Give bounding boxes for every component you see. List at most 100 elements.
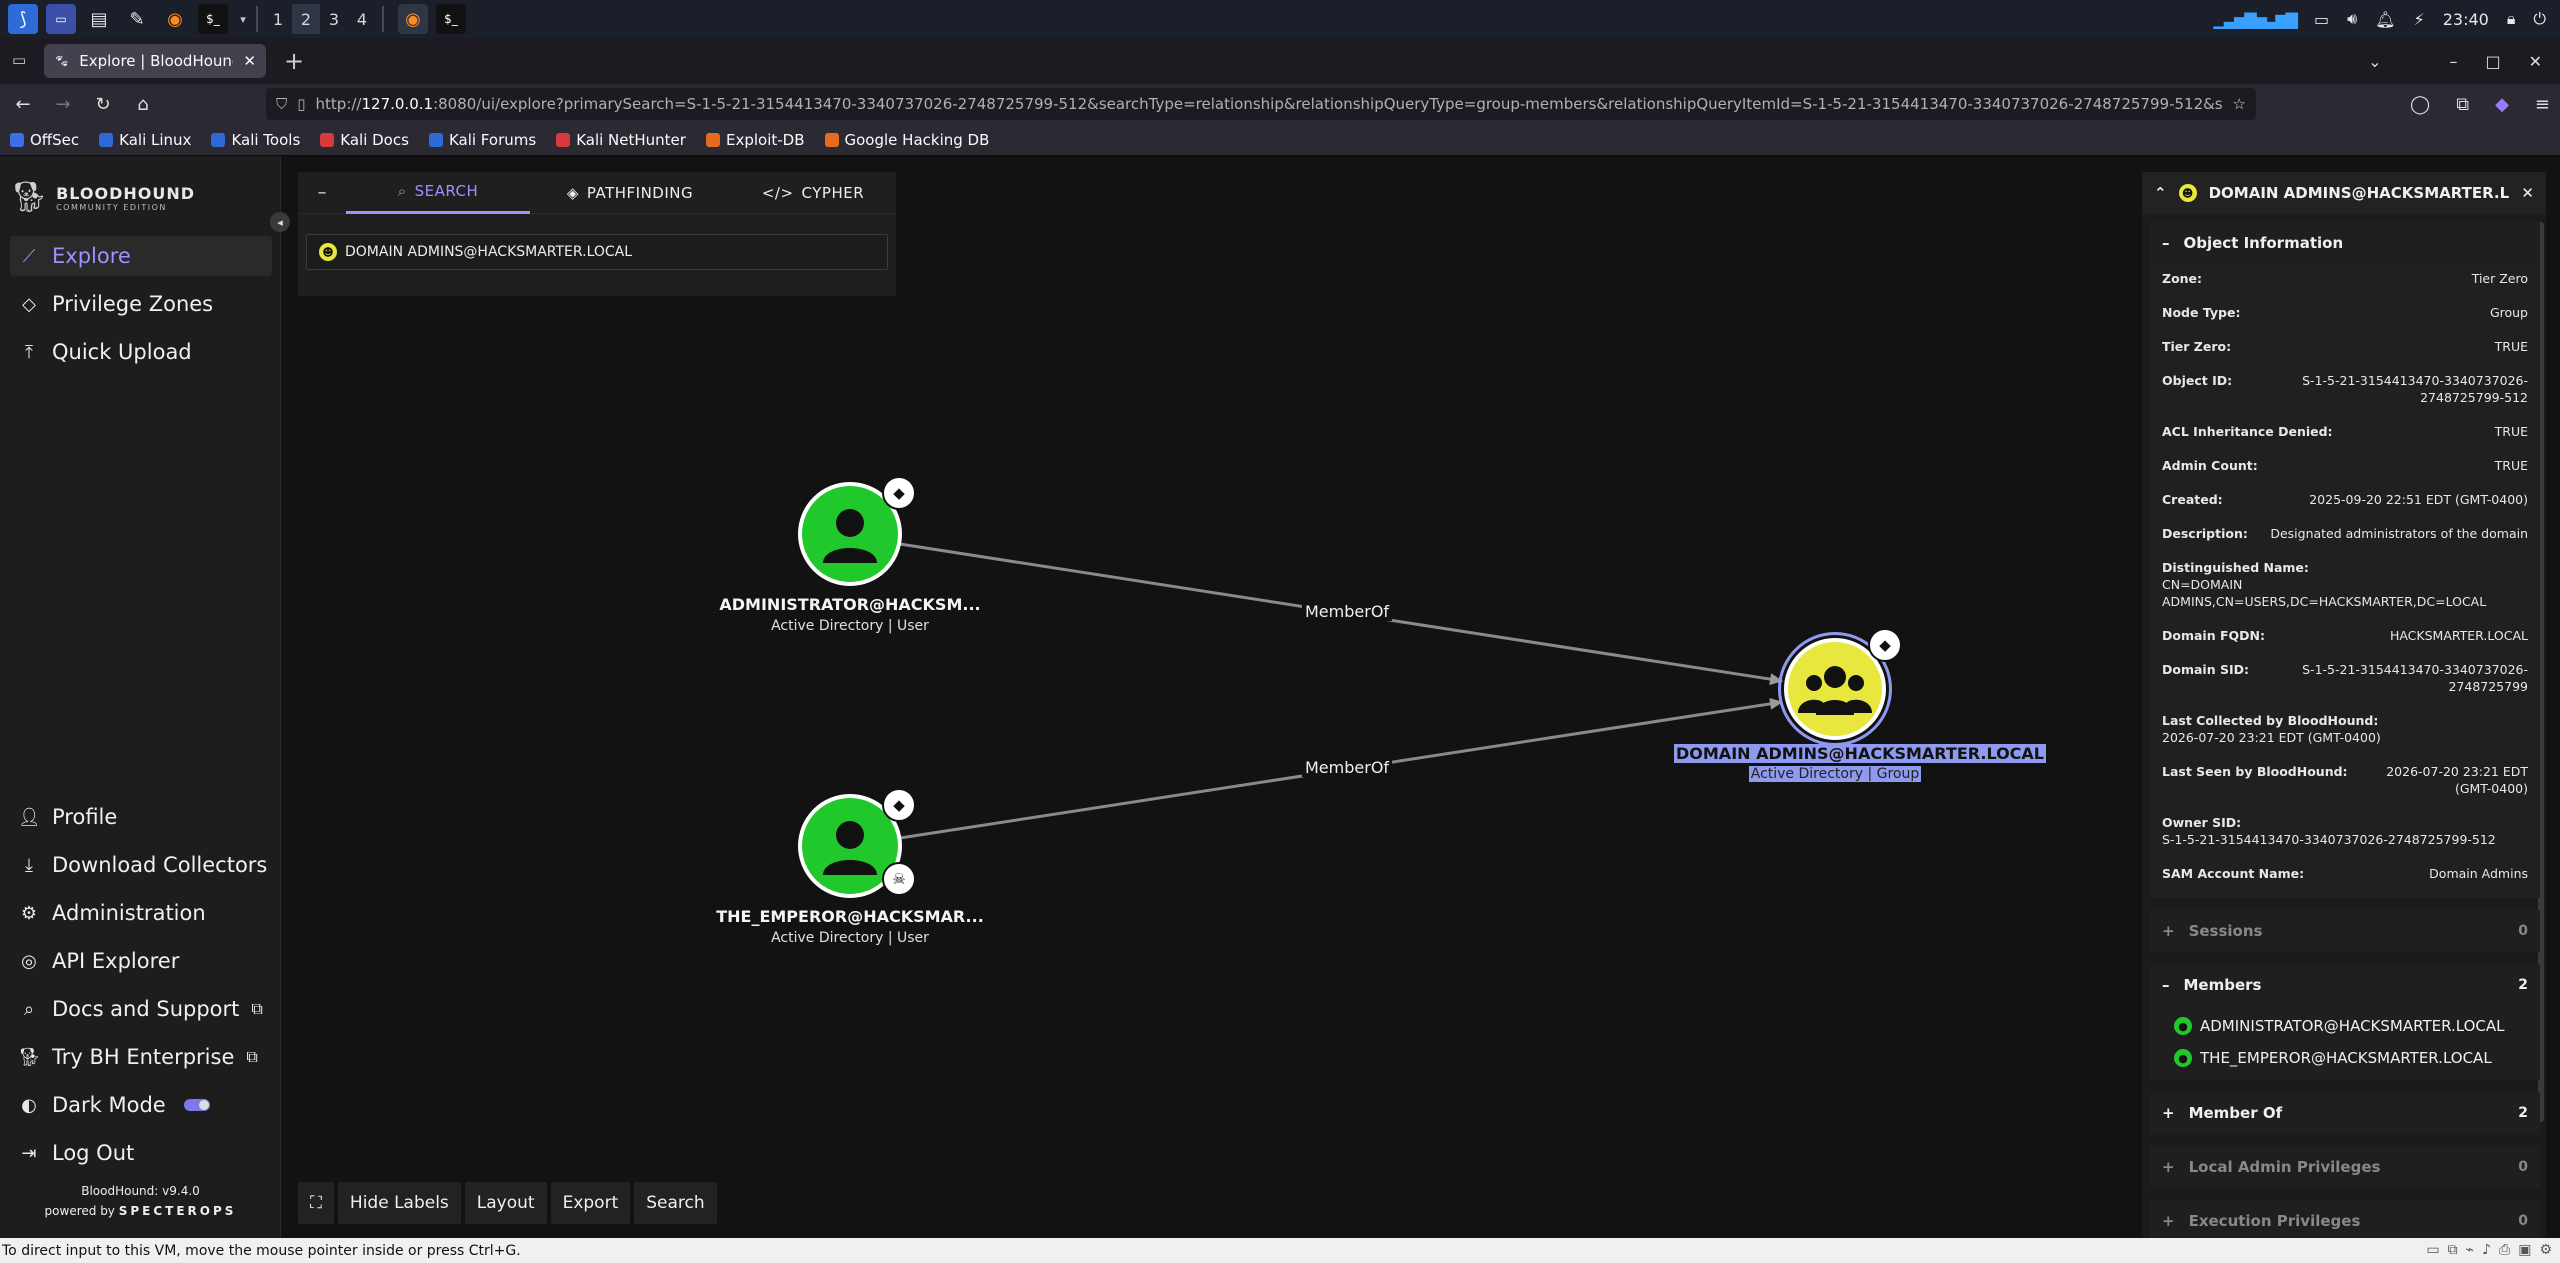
bookmark-star-icon[interactable]: ☆ [2233, 95, 2246, 113]
section-object-information[interactable]: – Object Information [2150, 222, 2540, 264]
url-bar[interactable]: ⛉ ▯ http://127.0.0.1:8080/ui/explore?pri… [266, 88, 2256, 120]
close-tab-icon[interactable]: ✕ [243, 52, 256, 70]
upload-icon: ⤒ [25, 341, 33, 363]
edge-label[interactable]: MemberOf [1302, 602, 1393, 621]
network-icon[interactable]: ⧉ [2448, 1242, 2458, 1258]
bookmark-kali-nethunter[interactable]: Kali NetHunter [556, 131, 686, 149]
sidebar-item-api-explorer[interactable]: ◎ API Explorer [10, 941, 272, 981]
extension-purple-icon[interactable]: ◆ [2495, 94, 2509, 115]
bell-icon[interactable]: 🔔︎ [2375, 10, 2395, 29]
logo-title: BLOODHOUND [56, 183, 196, 203]
section-member-of[interactable]: + Member Of 2 [2150, 1092, 2540, 1134]
sidebar-item-profile[interactable]: 👤︎ Profile [10, 797, 272, 837]
home-icon[interactable]: ⌂ [126, 87, 160, 121]
forward-icon[interactable]: → [46, 87, 80, 121]
workspace-1[interactable]: 1 [264, 4, 292, 34]
url-text[interactable]: http://127.0.0.1:8080/ui/explore?primary… [316, 95, 2223, 113]
tab-list-icon[interactable]: ▭ [12, 51, 26, 69]
sidebar-item-try-bh-enterprise[interactable]: 🐕︎ Try BH Enterprise ⧉ [10, 1037, 272, 1077]
tab-search[interactable]: ⌕ SEARCH [346, 172, 530, 214]
volume-icon[interactable]: 🔊︎ [2347, 9, 2357, 29]
search-panel: – ⌕ SEARCH ◈ PATHFINDING </> CYPHER ☻ DOMAI… [298, 172, 896, 296]
tab-cypher[interactable]: </> CYPHER [730, 172, 896, 214]
bookmark-offsec[interactable]: OffSec [10, 131, 79, 149]
offsec-icon [10, 132, 24, 147]
kali-menu-icon[interactable]: ⟆ [8, 4, 38, 34]
minimize-icon[interactable]: – [2449, 52, 2457, 71]
new-tab-icon[interactable]: + [284, 47, 304, 75]
list-item[interactable]: ● ADMINISTRATOR@HACKSMARTER.LOCAL [2150, 1010, 2540, 1042]
edge-label[interactable]: MemberOf [1302, 758, 1393, 777]
users-group-icon [1798, 666, 1872, 715]
collapse-panel-icon[interactable]: ⌃ [2154, 184, 2167, 202]
graph-canvas[interactable]: MemberOf MemberOf ◆ ADMINISTRATOR@HACKSM… [282, 156, 2142, 1238]
power-icon[interactable]: ⚡︎ [2413, 10, 2424, 29]
close-icon[interactable]: ✕ [2521, 184, 2534, 202]
bookmark-exploit-db[interactable]: Exploit-DB [705, 131, 805, 149]
reload-icon[interactable]: ↻ [86, 87, 120, 121]
bookmark-kali-tools[interactable]: Kali Tools [211, 131, 300, 149]
firefox-window-icon[interactable]: ◉ [398, 4, 428, 34]
sidebar-item-privilege-zones[interactable]: ◇ Privilege Zones [10, 284, 272, 324]
logout-tray-icon[interactable]: ⏻ [2533, 9, 2546, 29]
section-local-admin-privileges[interactable]: + Local Admin Privileges 0 [2150, 1146, 2540, 1188]
settings-icon[interactable]: ⚙︎ [2539, 1242, 2552, 1258]
bookmark-google-hacking-db[interactable]: Google Hacking DB [824, 131, 989, 149]
version-text: BloodHound: v9.4.0 [81, 1184, 200, 1198]
bookmark-kali-forums[interactable]: Kali Forums [428, 131, 536, 149]
account-icon[interactable]: ◯ [2410, 94, 2430, 115]
search-button[interactable]: Search [634, 1182, 717, 1224]
sidebar-item-administration[interactable]: ⚙︎ Administration [10, 893, 272, 933]
crop-button[interactable]: ⛶ [298, 1182, 334, 1224]
terminal-icon[interactable]: $_ [198, 4, 228, 34]
display-icon[interactable]: ▭ [2314, 10, 2329, 29]
sidebar-item-download-collectors[interactable]: ⤓ Download Collectors [10, 845, 272, 885]
sidebar-item-explore[interactable]: ⟋ Explore [10, 236, 272, 276]
chevron-down-icon[interactable]: ▾ [236, 4, 250, 34]
bloodhound-logo[interactable]: 🐕︎ BLOODHOUND COMMUNITY EDITION [10, 180, 195, 215]
sidebar-item-log-out[interactable]: ⇥ Log Out [10, 1133, 272, 1173]
collapse-search-button[interactable]: – [298, 182, 346, 203]
audio-icon[interactable]: ♪ [2482, 1242, 2491, 1258]
hdd-icon[interactable]: ▭ [2426, 1242, 2439, 1258]
close-window-icon[interactable]: ✕ [2529, 52, 2542, 71]
back-icon[interactable]: ← [6, 87, 40, 121]
list-item[interactable]: ● THE_EMPEROR@HACKSMARTER.LOCAL [2150, 1042, 2540, 1074]
maximize-icon[interactable]: □ [2485, 52, 2500, 71]
dark-mode-toggle[interactable] [183, 1099, 210, 1111]
printer-icon[interactable]: ⎙ [2499, 1242, 2510, 1258]
chevron-down-icon[interactable]: ⌄ [2368, 52, 2381, 71]
desktop-icon[interactable]: ▭ [46, 4, 76, 34]
layout-button[interactable]: Layout [464, 1182, 547, 1224]
display-icon[interactable]: ▣ [2518, 1242, 2531, 1258]
sidebar-item-docs-and-support[interactable]: ⌕ Docs and Support ⧉ [10, 989, 272, 1029]
extensions-icon[interactable]: ⧉ [2456, 94, 2469, 115]
export-button[interactable]: Export [550, 1182, 631, 1224]
terminal-window-icon[interactable]: $_ [436, 4, 466, 34]
section-execution-privileges[interactable]: + Execution Privileges 0 [2150, 1200, 2540, 1238]
lock-icon[interactable]: 🔒︎ [2507, 9, 2516, 29]
section-sessions[interactable]: + Sessions 0 [2150, 910, 2540, 952]
firefox-icon[interactable]: ◉ [160, 4, 190, 34]
section-members[interactable]: – Members 2 [2150, 964, 2540, 1006]
file-manager-icon[interactable]: ▤ [84, 4, 114, 34]
bookmark-kali-linux[interactable]: Kali Linux [99, 131, 191, 149]
shield-icon[interactable]: ⛉ [276, 95, 287, 113]
hide-labels-button[interactable]: Hide Labels [337, 1182, 461, 1224]
property-row: Distinguished Name: CN=DOMAIN ADMINS,CN=U… [2162, 560, 2487, 609]
menu-icon[interactable]: ≡ [2535, 94, 2550, 115]
search-input[interactable]: ☻ DOMAIN ADMINS@HACKSMARTER.LOCAL [306, 234, 888, 270]
browser-tab[interactable]: 🐾︎ Explore | BloodHound Co ✕ [44, 44, 266, 78]
sidebar-item-quick-upload[interactable]: ⤒ Quick Upload [10, 332, 272, 372]
sidebar-item-dark-mode[interactable]: ◐ Dark Mode [10, 1085, 272, 1125]
tab-pathfinding[interactable]: ◈ PATHFINDING [530, 172, 730, 214]
cpu-graph-icon: ▁▃▅▇▅▃▆▇ [2213, 9, 2298, 29]
text-editor-icon[interactable]: ✎ [122, 4, 152, 34]
workspace-2[interactable]: 2 [292, 4, 320, 34]
usb-icon[interactable]: ⌁ [2466, 1242, 2474, 1258]
node-label: THE_EMPEROR@HACKSMAR... [716, 907, 984, 926]
workspace-4[interactable]: 4 [348, 4, 376, 34]
workspace-3[interactable]: 3 [320, 4, 348, 34]
bookmark-kali-docs[interactable]: Kali Docs [320, 131, 409, 149]
property-row: Zone: Tier Zero [2162, 271, 2528, 286]
